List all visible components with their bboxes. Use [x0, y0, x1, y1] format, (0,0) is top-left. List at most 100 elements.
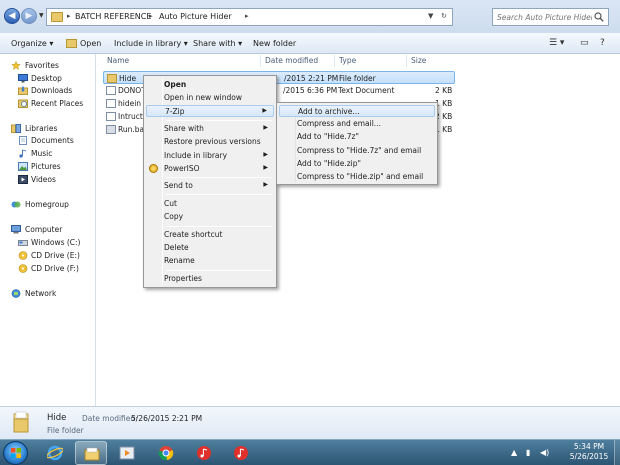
menu-item-label: Delete — [164, 243, 189, 252]
taskbar-chrome[interactable] — [150, 441, 182, 465]
menu-item-include-in-library[interactable]: Include in library ▶ — [146, 150, 274, 162]
refresh-icon[interactable]: ↻ — [441, 12, 447, 20]
chevron-right-icon[interactable]: ▸ — [245, 12, 249, 20]
chrome-icon — [158, 446, 174, 461]
address-dropdown-icon[interactable]: ▼ — [428, 12, 433, 20]
show-desktop-button[interactable] — [614, 440, 620, 465]
column-header-type[interactable]: Type — [339, 56, 356, 65]
nav-homegroup[interactable]: Homegroup — [0, 199, 96, 211]
submenu-item-add-7z[interactable]: Add to "Hide.7z" — [279, 131, 435, 143]
menu-item-rename[interactable]: Rename — [146, 255, 274, 267]
preview-pane-icon[interactable]: ▭ — [580, 38, 589, 48]
taskbar-media-player[interactable] — [111, 441, 143, 465]
star-icon — [11, 61, 21, 70]
submenu-item-compress-email[interactable]: Compress and email... — [279, 118, 435, 130]
system-clock[interactable]: 5:34 PM 5/26/2015 — [565, 442, 613, 462]
nav-downloads[interactable]: Downloads — [0, 85, 96, 97]
search-input[interactable] — [497, 10, 592, 24]
nav-windows-c[interactable]: Windows (C:) — [0, 237, 96, 249]
column-header-name[interactable]: Name — [107, 56, 129, 65]
chevron-right-icon: ▶ — [263, 151, 268, 158]
nav-desktop[interactable]: Desktop — [0, 73, 96, 85]
submenu-item-compress-7z-email[interactable]: Compress to "Hide.7z" and email — [279, 145, 435, 157]
open-icon — [66, 39, 77, 48]
nav-windows-c-label: Windows (C:) — [31, 238, 81, 247]
menu-separator — [166, 226, 272, 227]
menu-item-send-to[interactable]: Send to ▶ — [146, 180, 274, 192]
include-in-library-button[interactable]: Include in library ▾ — [114, 39, 188, 48]
volume-tray-icon[interactable]: ◀) — [540, 448, 549, 457]
details-file-type: File folder — [47, 426, 84, 435]
menu-item-open-new-window[interactable]: Open in new window — [146, 92, 274, 104]
share-with-button[interactable]: Share with ▾ — [193, 39, 242, 48]
nav-computer[interactable]: Computer — [0, 224, 96, 236]
menu-item-poweriso[interactable]: PowerISO ▶ — [146, 163, 274, 175]
taskbar-itunes[interactable] — [188, 441, 220, 465]
hard-drive-icon — [18, 240, 28, 246]
nav-music[interactable]: Music — [0, 148, 96, 160]
document-icon — [106, 112, 116, 121]
share-with-label: Share with — [193, 39, 236, 48]
back-button[interactable]: ◀ — [4, 8, 20, 24]
menu-item-label: Add to "Hide.zip" — [297, 159, 361, 168]
column-divider[interactable] — [406, 55, 407, 67]
submenu-item-add-to-archive[interactable]: Add to archive... — [279, 105, 435, 117]
nav-cd-drive-e[interactable]: CD Drive (E:) — [0, 250, 96, 262]
menu-item-copy[interactable]: Copy — [146, 211, 274, 223]
nav-cd-drive-f[interactable]: CD Drive (F:) — [0, 263, 96, 275]
menu-item-restore-previous[interactable]: Restore previous versions — [146, 136, 274, 148]
submenu-item-compress-zip-email[interactable]: Compress to "Hide.zip" and email — [279, 171, 435, 183]
nav-libraries[interactable]: Libraries — [0, 123, 96, 135]
start-button[interactable] — [3, 441, 28, 465]
column-divider[interactable] — [260, 55, 261, 67]
chevron-right-icon[interactable]: ▸ — [149, 12, 153, 20]
menu-item-share-with[interactable]: Share with ▶ — [146, 123, 274, 135]
nav-documents[interactable]: Documents — [0, 135, 96, 147]
organize-button[interactable]: Organize ▾ — [11, 39, 53, 48]
details-pane: Hide Date modified: 5/26/2015 2:21 PM Fi… — [0, 406, 620, 439]
poweriso-icon — [149, 164, 158, 173]
search-box[interactable] — [492, 8, 609, 26]
column-divider[interactable] — [334, 55, 335, 67]
document-icon — [106, 99, 116, 108]
search-icon[interactable] — [594, 12, 604, 22]
chevron-right-icon[interactable]: ▸ — [67, 12, 71, 20]
nav-cd-drive-e-label: CD Drive (E:) — [31, 251, 80, 260]
taskbar-windows-explorer[interactable] — [75, 441, 107, 465]
file-name: Run.ba — [118, 125, 145, 134]
open-button[interactable]: Open — [80, 39, 101, 48]
help-icon[interactable]: ? — [600, 38, 605, 48]
submenu-item-add-zip[interactable]: Add to "Hide.zip" — [279, 158, 435, 170]
nav-pictures[interactable]: Pictures — [0, 161, 96, 173]
column-header-size[interactable]: Size — [411, 56, 426, 65]
breadcrumb-auto-picture-hider[interactable]: Auto Picture Hider — [159, 12, 232, 21]
nav-recent-places[interactable]: Recent Places — [0, 98, 96, 110]
menu-item-delete[interactable]: Delete — [146, 242, 274, 254]
menu-item-cut[interactable]: Cut — [146, 198, 274, 210]
column-header-date-modified[interactable]: Date modified — [265, 56, 318, 65]
menu-item-create-shortcut[interactable]: Create shortcut — [146, 229, 274, 241]
recent-pages-dropdown[interactable]: ▼ — [39, 12, 44, 19]
menu-item-label: Send to — [164, 181, 193, 190]
menu-item-open[interactable]: Open — [146, 79, 274, 91]
tray-show-hidden-icon[interactable]: ▲ — [511, 448, 517, 457]
menu-item-label: Include in library — [164, 151, 228, 160]
view-options-icon[interactable]: ☰ ▾ — [549, 38, 564, 48]
file-type: File folder — [339, 74, 376, 83]
network-tray-icon[interactable]: ▮ — [526, 448, 530, 457]
nav-libraries-label: Libraries — [25, 124, 58, 133]
recent-places-icon — [18, 99, 28, 108]
file-name: hidein — [118, 99, 142, 108]
nav-favorites[interactable]: Favorites — [0, 60, 96, 72]
taskbar-internet-explorer[interactable] — [39, 441, 71, 465]
address-box[interactable]: ▸ BATCH REFERENCE ▸ Auto Picture Hider ▸… — [46, 8, 453, 26]
new-folder-button[interactable]: New folder — [253, 39, 296, 48]
nav-network[interactable]: Network — [0, 288, 96, 300]
menu-item-properties[interactable]: Properties — [146, 273, 274, 285]
breadcrumb-batch-reference[interactable]: BATCH REFERENCE — [75, 12, 151, 21]
forward-button[interactable]: ▶ — [21, 8, 37, 24]
nav-videos[interactable]: Videos — [0, 174, 96, 186]
menu-item-7zip[interactable]: 7-Zip ▶ — [146, 105, 274, 117]
videos-icon — [18, 175, 28, 184]
taskbar-itunes-2[interactable] — [225, 441, 257, 465]
